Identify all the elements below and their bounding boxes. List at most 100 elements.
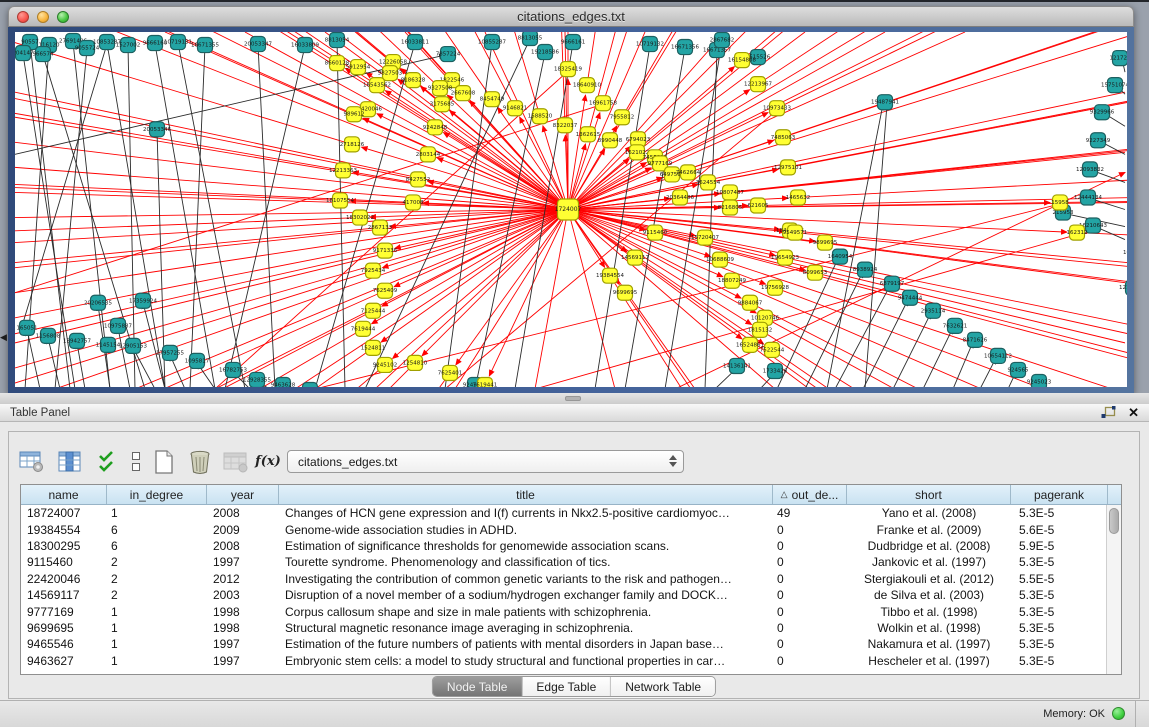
table-row[interactable]: 911546021997Tourette syndrome. Phenomeno… (21, 554, 1121, 570)
table-cell: 5.3E-5 (1011, 620, 1108, 636)
table-cell: Disruption of a novel member of a sodium… (279, 587, 773, 603)
network-canvas[interactable]: 9055711612020414796657427691406905572410… (15, 32, 1127, 387)
graph-node-label: 204147 (15, 51, 34, 57)
graph-node-label: 8216805 (718, 205, 743, 211)
table-vertical-scrollbar[interactable] (1106, 505, 1121, 674)
table-row[interactable]: 977716911998Corpus callosum shape and si… (21, 603, 1121, 619)
column-header-short[interactable]: short (847, 485, 1011, 504)
new-file-button[interactable] (149, 448, 179, 475)
network-view-window[interactable]: citations_edges.txt 90557116120204147966… (8, 6, 1134, 394)
table-row[interactable]: 2242004622012Investigating the contribut… (21, 571, 1121, 587)
table-settings-button[interactable] (17, 448, 47, 475)
tab-network-table[interactable]: Network Table (611, 677, 715, 696)
table-cell: Franke et al. (2009) (847, 521, 1011, 537)
graph-node-label: 2867133 (368, 225, 393, 231)
table-type-tabs: Node TableEdge TableNetwork Table (432, 676, 716, 697)
column-header-label: out_de... (792, 488, 839, 502)
graph-node-label: 16961758 (589, 101, 617, 107)
table-cell: 14569117 (21, 587, 107, 603)
table-cell: 5.5E-5 (1011, 571, 1108, 587)
column-header-name[interactable]: name (21, 485, 107, 504)
graph-node-label: 7925434 (361, 268, 386, 274)
table-cell: Tourette syndrome. Phenomenology and cla… (279, 554, 773, 570)
graph-node-label: 9777169 (648, 161, 673, 167)
table-row[interactable]: 1872400712008Changes of HCN gene express… (21, 505, 1121, 521)
column-header-label: year (231, 488, 254, 502)
graph-node-label: 621605 (748, 203, 769, 209)
graph-node-label: 2935114 (921, 308, 946, 314)
splitter-grip-icon[interactable] (565, 396, 581, 401)
graph-node-label: 18302022 (346, 215, 374, 221)
graph-node[interactable] (303, 382, 318, 387)
graph-node-label: 1254810 (403, 360, 428, 366)
graph-node-label: 14136141 (723, 363, 751, 369)
tab-edge-table[interactable]: Edge Table (522, 677, 611, 696)
graph-node-label: 1724007 (555, 206, 582, 213)
table-cell: 1 (107, 603, 207, 619)
table-cell: Hescheler et al. (1997) (847, 653, 1011, 669)
show-columns-button[interactable] (55, 448, 85, 475)
graph-node-label: 10719131 (164, 40, 192, 46)
table-cell: Tibbo et al. (1998) (847, 603, 1011, 619)
table-cell: 1 (107, 620, 207, 636)
column-header-out_de[interactable]: △out_de... (773, 485, 847, 504)
function-builder-button[interactable]: f(x) (253, 448, 283, 475)
select-all-button[interactable] (93, 448, 123, 475)
column-header-title[interactable]: title (279, 485, 773, 504)
table-row[interactable]: 1938455462009Genome-wide association stu… (21, 521, 1121, 537)
graph-edge (15, 210, 568, 218)
scrollbar-thumb[interactable] (1109, 508, 1119, 534)
graph-edge (610, 276, 986, 387)
graph-node-label: 215953 (1053, 210, 1074, 216)
delete-button[interactable] (185, 448, 215, 475)
graph-node-label: 10120746 (751, 315, 779, 321)
close-panel-icon[interactable]: ✕ (1128, 406, 1139, 419)
graph-node-label: 15751074 (1101, 83, 1127, 89)
graph-edge (444, 133, 568, 210)
graph-edge (777, 32, 1127, 108)
graph-node-label: 9884067 (738, 300, 763, 306)
table-row[interactable]: 1456911722003Disruption of a novel membe… (21, 587, 1121, 603)
deselect-all-button[interactable] (121, 448, 151, 475)
horizontal-splitter[interactable] (0, 393, 1149, 404)
graph-edge (190, 46, 205, 387)
graph-edge (225, 46, 305, 387)
table-cell: Changes of HCN gene expression and I(f) … (279, 505, 773, 521)
column-header-in_degree[interactable]: in_degree (107, 485, 207, 504)
table-cell: 18724007 (21, 505, 107, 521)
graph-node-label: 90557 (21, 40, 39, 46)
memory-status-indicator[interactable] (1112, 707, 1125, 720)
graph-node-label: 12213967 (744, 82, 772, 88)
graph-node-label: 9115460 (643, 230, 668, 236)
graph-node-label: 12226058 (379, 60, 407, 66)
graph-node-label: 1095817 (185, 358, 210, 364)
tab-node-table[interactable]: Node Table (433, 677, 523, 696)
column-header-year[interactable]: year (207, 485, 279, 504)
graph-node-label: 20053347 (244, 42, 272, 48)
graph-node-label: 6879197 (880, 281, 905, 287)
delete-table-button-disabled (221, 448, 251, 475)
table-row[interactable]: 969969511998Structural magnetic resonanc… (21, 620, 1121, 636)
column-header-pagerank[interactable]: pagerank (1011, 485, 1108, 504)
node-attribute-table[interactable]: name in_degree year title△out_de...shortpag… (20, 484, 1122, 675)
table-row[interactable]: 1830029562008Estimation of significance … (21, 538, 1121, 554)
table-row[interactable]: 946362711997Embryonic stem cells: a mode… (21, 653, 1121, 669)
table-cell: Genome-wide association studies in ADHD. (279, 521, 773, 537)
graph-node-label: 10807487 (716, 190, 744, 196)
graph-node-label: 8938924 (853, 267, 878, 273)
graph-node-label: 14569117 (621, 255, 649, 261)
table-row[interactable]: 946554611997Estimation of the future num… (21, 636, 1121, 652)
table-selector-dropdown[interactable]: citations_edges.txt (287, 450, 684, 473)
graph-edge (48, 338, 60, 387)
graph-node-label: 20364486 (666, 195, 694, 201)
network-graph[interactable]: 9055711612020414796657427691406905572410… (15, 32, 1127, 387)
table-cell: 1997 (207, 554, 279, 570)
window-titlebar[interactable]: citations_edges.txt (8, 6, 1134, 27)
column-header-label: name (48, 488, 78, 502)
float-panel-icon[interactable] (1101, 406, 1116, 419)
graph-node-label: 9245023 (1027, 379, 1052, 385)
table-cell: 1 (107, 636, 207, 652)
graph-node-label: 8454749 (480, 97, 505, 103)
splitter-collapse-arrow[interactable]: ◀ (0, 332, 7, 343)
table-header-row[interactable]: name in_degree year title△out_de...shortpag… (21, 485, 1121, 505)
